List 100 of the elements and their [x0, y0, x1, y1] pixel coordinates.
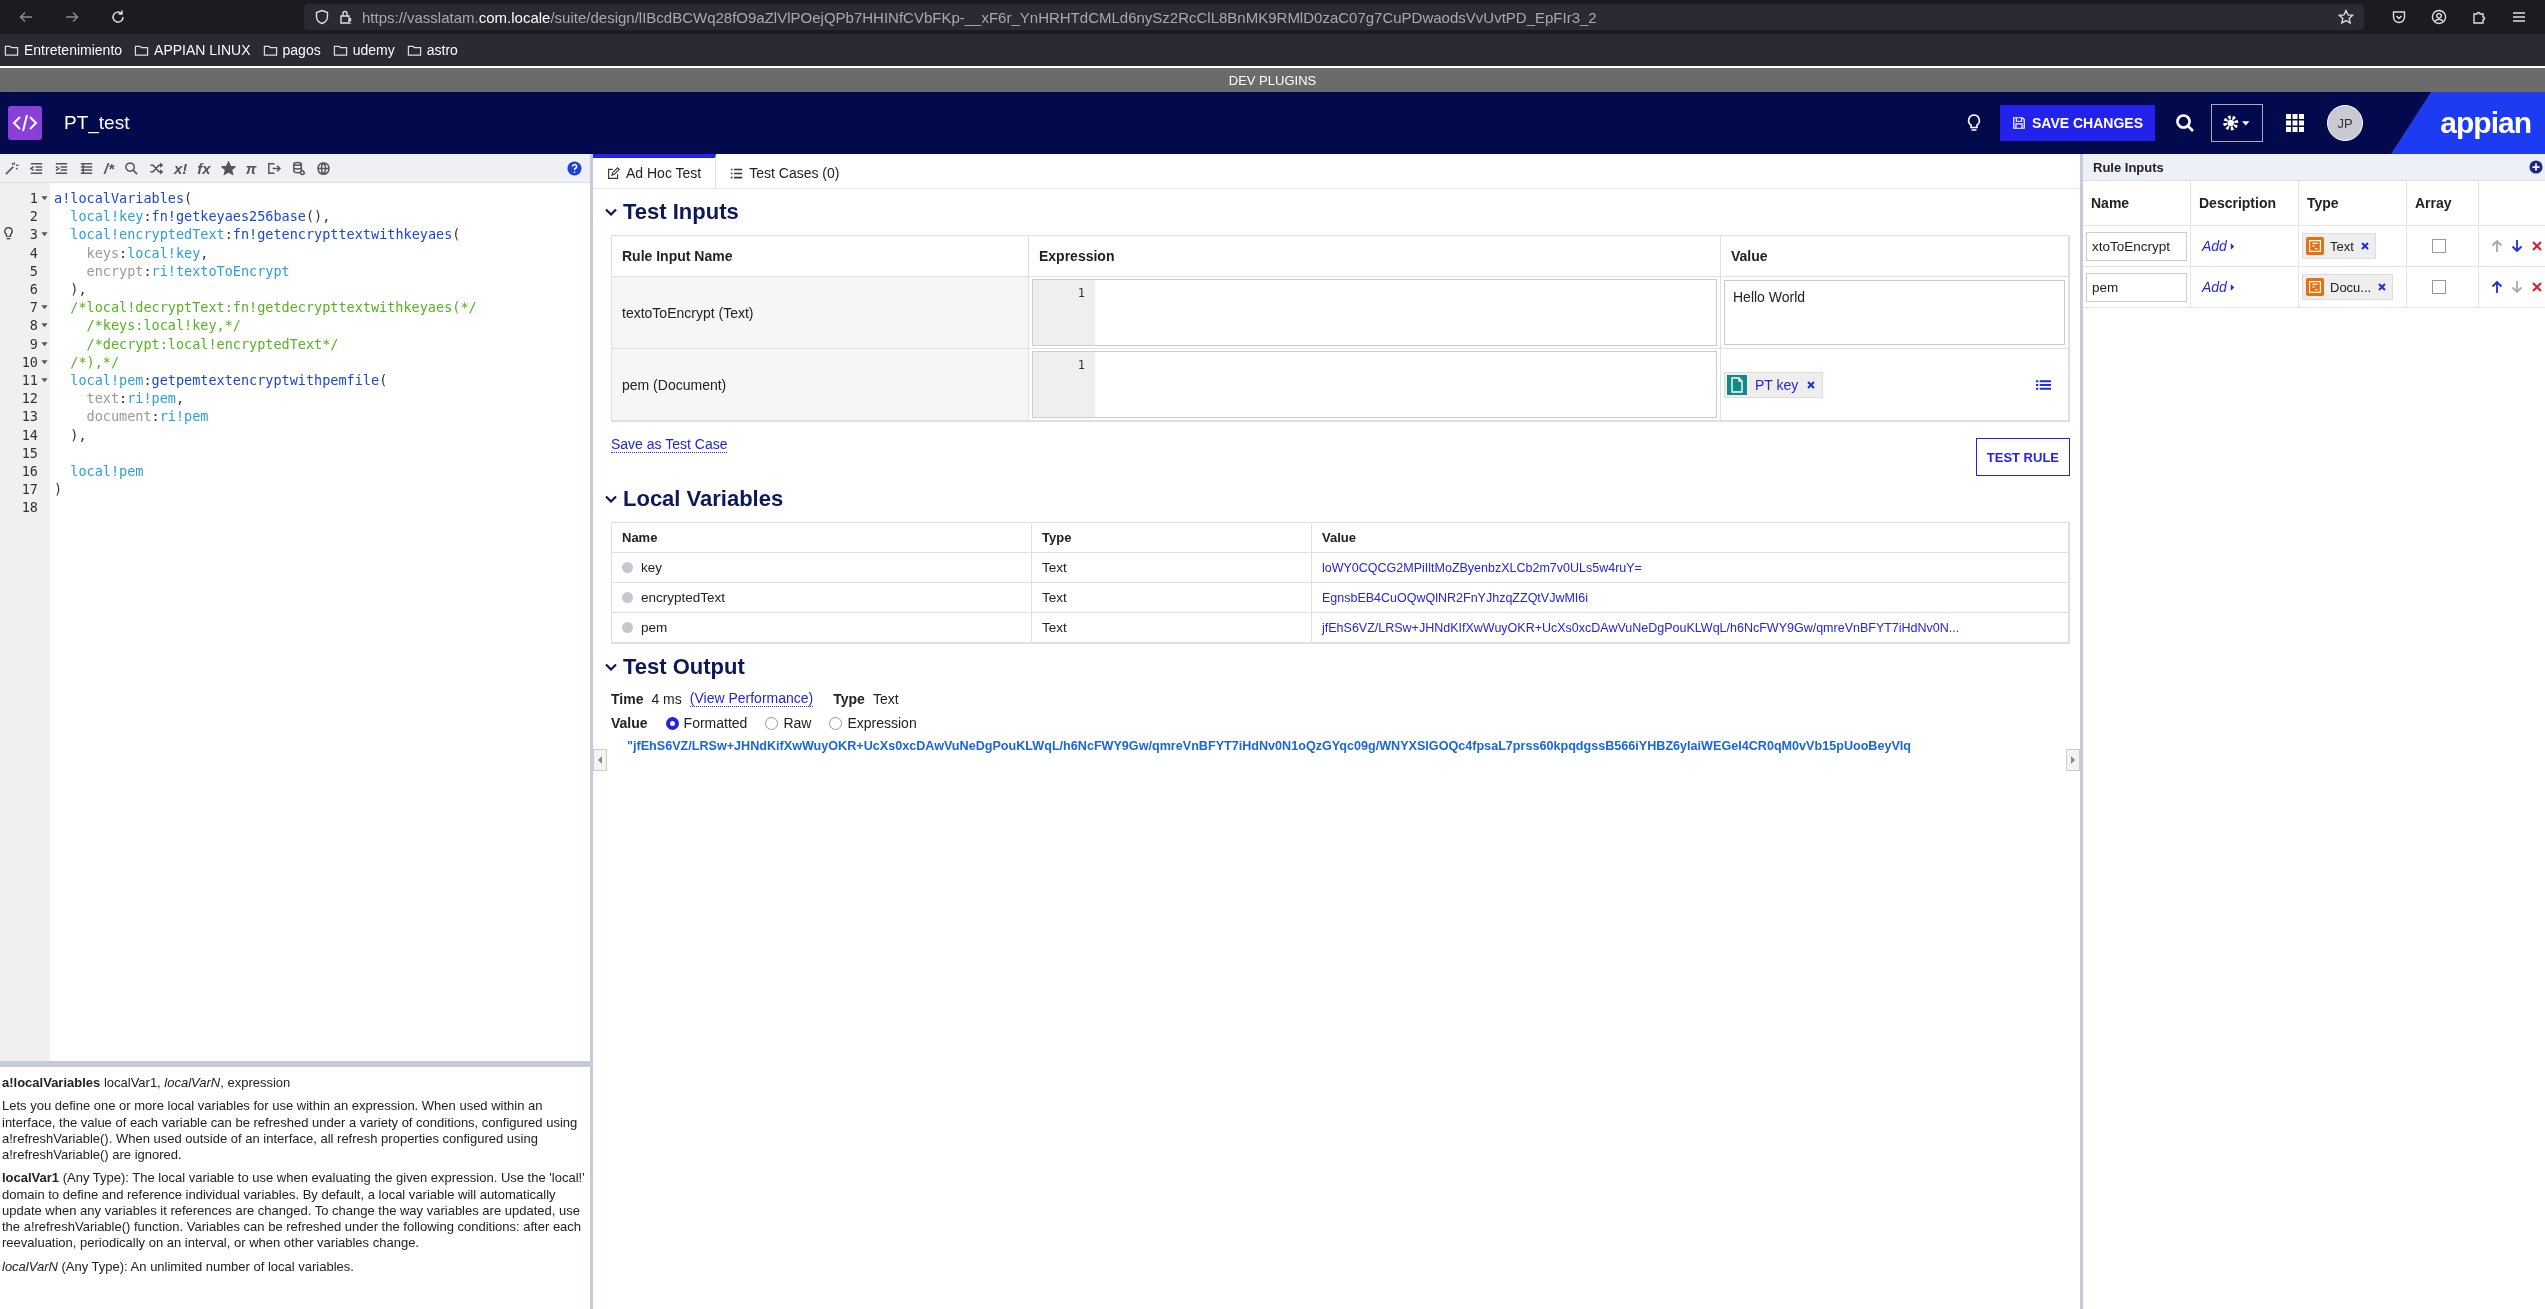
delete-icon[interactable] — [2531, 280, 2543, 294]
collapse-right-icon[interactable] — [2066, 749, 2080, 771]
remove-icon[interactable] — [2377, 282, 2388, 292]
line-number: 2 — [29, 208, 38, 225]
save-as-test-case-link[interactable]: Save as Test Case — [611, 436, 728, 453]
column-header: Value — [1312, 523, 2069, 553]
bookmark-folder[interactable]: pagos — [262, 42, 321, 58]
documentation-paragraph: localVarN (Any Type): An unlimited number of local variables. — [2, 1258, 355, 1275]
list-icon[interactable] — [2036, 378, 2051, 391]
name-field[interactable]: pem — [2086, 272, 2187, 302]
chevron-icon[interactable] — [605, 208, 617, 216]
bookmark-folder[interactable]: astro — [406, 42, 458, 58]
array-checkbox[interactable] — [2432, 239, 2446, 253]
data-type-icon — [2306, 237, 2324, 255]
document-icon — [1727, 374, 1747, 395]
remove-icon[interactable] — [2359, 241, 2370, 251]
pocket-icon[interactable] — [2391, 9, 2407, 25]
bookmark-folder[interactable]: APPIAN LINUX — [134, 42, 251, 58]
lock-warning-icon[interactable] — [338, 9, 354, 25]
fold-caret-icon[interactable] — [40, 231, 48, 238]
toolbar-button[interactable]: fx — [197, 159, 211, 177]
wand-icon[interactable] — [4, 160, 19, 176]
remove-icon[interactable] — [1806, 379, 1817, 390]
code-token: /*),*/ — [69, 353, 120, 370]
column-header: Name — [612, 523, 1032, 553]
code-token: encrypt — [85, 262, 144, 279]
array-checkbox[interactable] — [2432, 280, 2446, 294]
caret-icon — [2229, 282, 2235, 292]
database-search-icon[interactable] — [291, 160, 307, 176]
move-up-icon[interactable] — [2491, 280, 2503, 294]
fold-caret-icon[interactable] — [40, 304, 48, 311]
fold-caret-icon[interactable] — [40, 358, 48, 365]
expression-field[interactable]: 1 — [1032, 279, 1717, 346]
add-description-link[interactable]: Add — [2202, 279, 2235, 295]
export-icon[interactable] — [266, 160, 282, 176]
reload-icon[interactable] — [110, 9, 126, 25]
add-description-link[interactable]: Add — [2202, 238, 2235, 254]
move-down-icon[interactable] — [2511, 239, 2523, 253]
document-name[interactable]: PT key — [1755, 376, 1799, 393]
format-radio[interactable]: Raw — [765, 715, 812, 731]
code-token: : — [224, 226, 233, 243]
toolbar-button[interactable]: x! — [174, 159, 188, 177]
chevron-icon[interactable] — [605, 663, 617, 671]
value-field[interactable]: Hello World — [1724, 280, 2065, 345]
indent-icon[interactable] — [54, 160, 69, 176]
code-token: ), — [69, 281, 87, 298]
variable-name: encryptedText — [641, 590, 726, 605]
variable-name: key — [641, 560, 662, 575]
bookmark-folder[interactable]: Entretenimiento — [4, 42, 123, 58]
format-radio[interactable]: Expression — [829, 715, 917, 731]
star-icon[interactable] — [220, 160, 236, 176]
tab[interactable]: Ad Hoc Test — [593, 154, 717, 188]
code-token: local!pem — [69, 371, 144, 388]
shuffle-icon[interactable] — [149, 160, 164, 176]
forward-icon[interactable] — [64, 9, 80, 25]
type-name: Text — [2330, 238, 2354, 254]
shield-icon[interactable] — [314, 9, 330, 25]
code-token: /*keys:local!key,*/ — [85, 317, 241, 334]
app-grid-icon[interactable] — [2285, 113, 2305, 133]
variable-value: loWY0CQCG2MPiIltMoZByenbzXLCb2m7v0ULs5w4ruY= — [1312, 553, 2069, 583]
fold-caret-icon[interactable] — [40, 376, 48, 383]
account-icon[interactable] — [2431, 9, 2447, 25]
table-cell: Text — [1032, 583, 1312, 613]
chevron-icon[interactable] — [605, 495, 617, 503]
environment-label: DEV PLUGINS — [1228, 72, 1317, 88]
fold-caret-icon[interactable] — [40, 322, 48, 329]
delete-icon[interactable] — [2531, 239, 2543, 253]
add-icon[interactable] — [2529, 160, 2543, 174]
save-changes-button[interactable]: SAVE CHANGES — [2000, 105, 2155, 141]
toolbar-button[interactable]: π — [245, 159, 257, 177]
line-number: 14 — [21, 426, 38, 443]
radio-button[interactable] — [665, 716, 679, 730]
toolbar-button[interactable]: /* — [104, 159, 114, 177]
address-bar[interactable]: https://vasslatam.com.locale/suite/design/lIBcdBCWq28fO9aZlVlPOejQPb7HHINfCVbFKp-__xF6r_YnHRHTdCMLd6nySz2RcClL8BnMK9RMlD0zaC07g7CuPDwaodsVvUvtPD_EpFIr3_2 — [304, 4, 2364, 30]
section-title: Local Variables — [623, 486, 784, 512]
collapse-left-icon[interactable] — [593, 749, 607, 771]
fold-caret-icon[interactable] — [40, 195, 48, 202]
settings-dropdown-button[interactable] — [2211, 104, 2263, 142]
lightbulb-icon[interactable] — [3, 226, 14, 242]
fold-caret-icon[interactable] — [40, 340, 48, 347]
back-icon[interactable] — [18, 9, 34, 25]
menu-icon[interactable] — [2511, 9, 2527, 25]
status-dot-icon — [622, 622, 633, 633]
puzzle-icon[interactable] — [2471, 9, 2487, 25]
view-performance-link[interactable]: (View Performance) — [689, 690, 814, 707]
code-token: text — [85, 390, 120, 407]
search-icon[interactable] — [124, 160, 139, 176]
bookmark-folder[interactable]: udemy — [332, 42, 395, 58]
code-token: (), — [306, 208, 331, 225]
test-rule-button[interactable]: TEST RULE — [1975, 438, 2070, 476]
code-token: ( — [184, 190, 193, 207]
outdent-icon[interactable] — [29, 160, 44, 176]
name-field[interactable]: xtoToEncrypt — [2086, 231, 2187, 261]
format-radio[interactable]: Formatted — [665, 715, 748, 731]
list-icon[interactable] — [79, 160, 94, 176]
expression-field[interactable]: 1 — [1032, 351, 1717, 418]
user-avatar[interactable]: JP — [2327, 105, 2363, 141]
globe-icon[interactable] — [316, 160, 332, 176]
help-icon[interactable] — [567, 160, 582, 176]
panel-title: Rule Inputs — [2093, 159, 2164, 175]
